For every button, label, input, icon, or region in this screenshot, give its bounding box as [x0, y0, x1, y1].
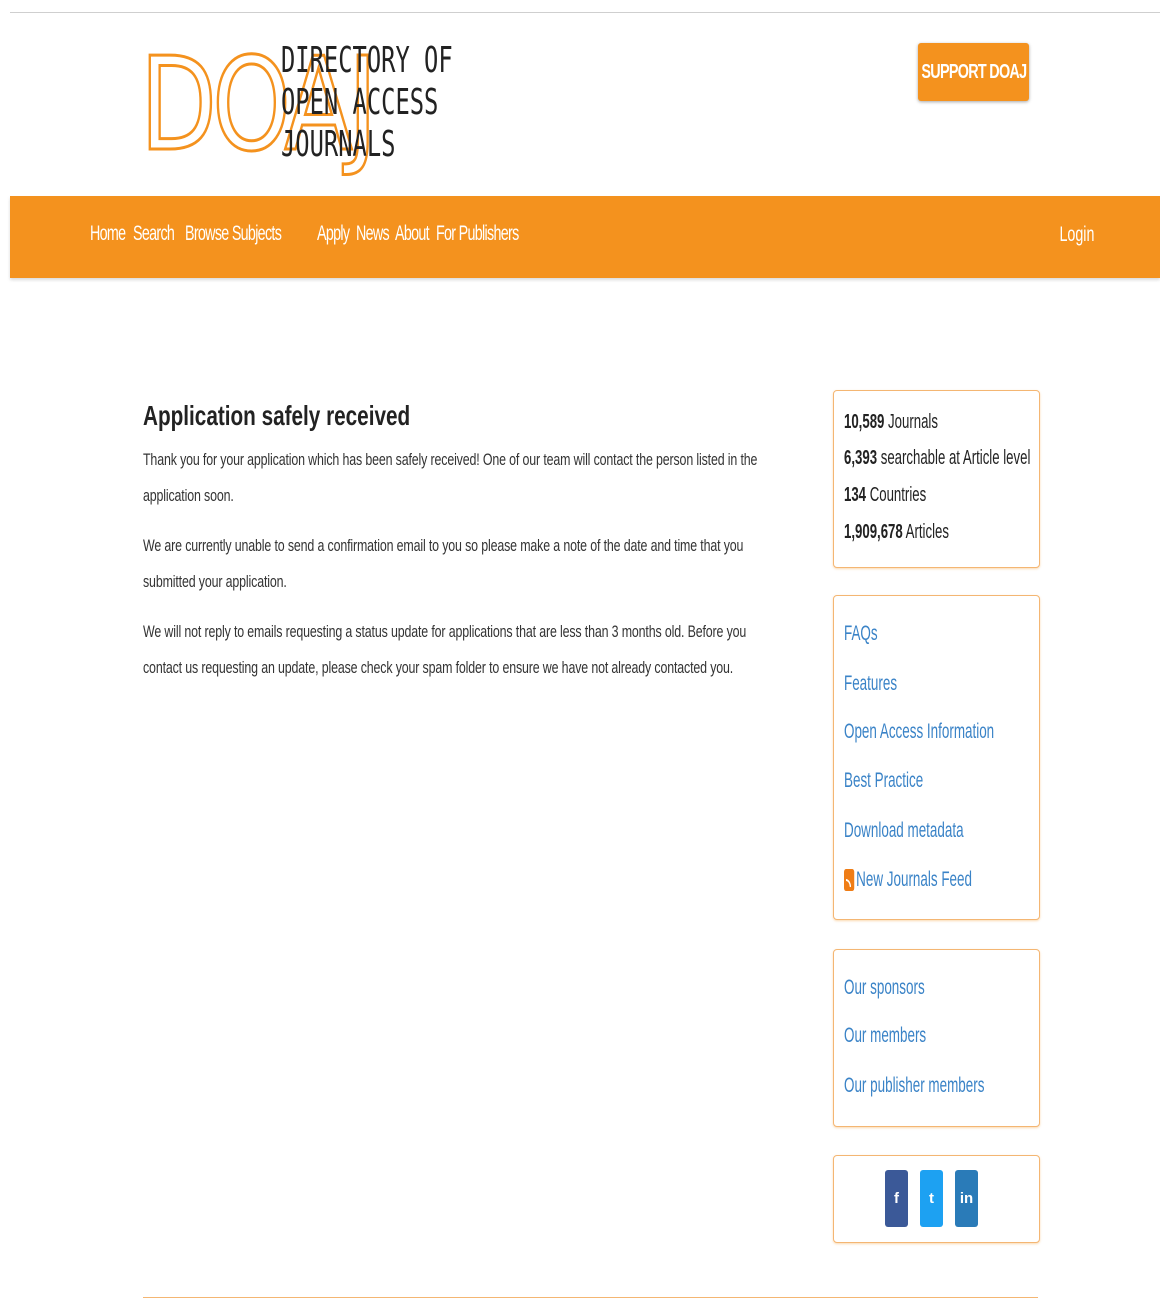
stat-searchable: 6,393 searchable at Article level: [844, 447, 1031, 469]
stat-journals: 10,589 Journals: [844, 411, 938, 433]
membership-links-box: Our sponsors Our members Our publisher m…: [833, 949, 1040, 1127]
nav-links: Home Search Browse Subjects Apply News A…: [90, 222, 535, 246]
support-doaj-label: SUPPORT DOAJ: [921, 60, 1027, 83]
login-link[interactable]: Login: [1059, 223, 1094, 247]
support-doaj-button[interactable]: SUPPORT DOAJ: [918, 43, 1029, 101]
confirmation-paragraph: Thank you for your application which has…: [143, 450, 758, 505]
link-new-journals-feed[interactable]: New Journals Feed: [844, 868, 972, 892]
logo-mark: DOAJ: [139, 31, 379, 180]
nav-search[interactable]: Search: [133, 222, 175, 246]
logo-line-1: DIRECTORY OF: [281, 40, 453, 81]
link-best-practice[interactable]: Best Practice: [844, 769, 923, 793]
link-our-members[interactable]: Our members: [844, 1024, 926, 1048]
info-links-box: FAQs Features Open Access Information Be…: [833, 595, 1040, 920]
social-links-box: f t in: [833, 1155, 1040, 1243]
linkedin-icon[interactable]: in: [955, 1170, 978, 1227]
rss-icon: [844, 869, 855, 892]
nav-for-publishers[interactable]: For Publishers: [436, 222, 519, 246]
nav-browse-subjects[interactable]: Browse Subjects: [185, 222, 282, 246]
nav-home[interactable]: Home: [90, 222, 126, 246]
stats-box: 10,589 Journals 6,393 searchable at Arti…: [833, 390, 1040, 568]
stat-countries: 134 Countries: [844, 484, 927, 506]
main-navbar: Home Search Browse Subjects Apply News A…: [10, 196, 1160, 278]
top-divider: [10, 12, 1160, 13]
page-title: Application safely received: [143, 400, 411, 431]
twitter-icon[interactable]: t: [920, 1170, 943, 1227]
nav-about[interactable]: About: [395, 222, 430, 246]
email-notice-paragraph: We are currently unable to send a confir…: [143, 536, 744, 591]
link-our-publisher-members[interactable]: Our publisher members: [844, 1074, 984, 1098]
logo-line-2: OPEN ACCESS: [281, 82, 439, 123]
nav-apply[interactable]: Apply: [317, 222, 350, 246]
link-our-sponsors[interactable]: Our sponsors: [844, 976, 925, 1000]
stat-articles: 1,909,678 Articles: [844, 521, 949, 543]
main-content: Application safely received Thank you fo…: [143, 400, 793, 704]
link-download-metadata[interactable]: Download metadata: [844, 819, 964, 843]
logo-wordmark: DIRECTORY OF OPEN ACCESS JOURNALS: [281, 40, 453, 166]
doaj-logo[interactable]: DOAJ DIRECTORY OF OPEN ACCESS JOURNALS: [139, 31, 453, 180]
link-features[interactable]: Features: [844, 672, 897, 696]
footer-divider: [143, 1297, 1038, 1298]
link-open-access-information[interactable]: Open Access Information: [844, 720, 994, 744]
logo-line-3: JOURNALS: [281, 124, 396, 165]
link-faqs[interactable]: FAQs: [844, 622, 878, 646]
nav-news[interactable]: News: [356, 222, 390, 246]
status-update-paragraph: We will not reply to emails requesting a…: [143, 622, 747, 677]
facebook-icon[interactable]: f: [885, 1170, 908, 1227]
